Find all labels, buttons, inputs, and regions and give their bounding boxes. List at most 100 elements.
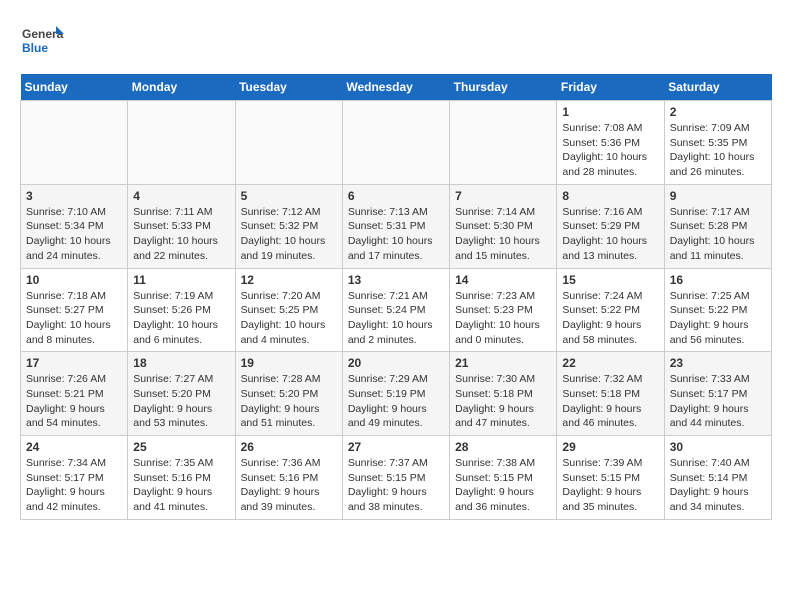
calendar-cell: 7 Sunrise: 7:14 AMSunset: 5:30 PMDaylight… (450, 184, 557, 268)
calendar-cell: 5Sunrise: 7:12 AMSunset: 5:32 PMDaylight… (235, 184, 342, 268)
calendar-cell: 12 Sunrise: 7:20 AMSunset: 5:25 PMDayligh… (235, 268, 342, 352)
calendar-body: 1 Sunrise: 7:08 AMSunset: 5:36 PMDaylight… (21, 101, 772, 520)
logo-svg: General Blue (20, 20, 64, 64)
day-info: Sunrise: 7:34 AMSunset: 5:17 PMDaylight:… (26, 456, 122, 515)
day-number: 3 (26, 189, 122, 203)
logo: General Blue (20, 20, 64, 64)
day-info: Sunrise: 7:40 AMSunset: 5:14 PMDaylight:… (670, 456, 766, 515)
day-info: Sunrise: 7:16 AMSunset: 5:29 PMDaylight:… (562, 205, 658, 264)
calendar-cell (128, 101, 235, 185)
weekday-header-tuesday: Tuesday (235, 74, 342, 101)
day-number: 17 (26, 356, 122, 370)
day-info: Sunrise: 7:33 AMSunset: 5:17 PMDaylight:… (670, 372, 766, 431)
day-info: Sunrise: 7:28 AMSunset: 5:20 PMDaylight:… (241, 372, 337, 431)
calendar-cell: 25 Sunrise: 7:35 AMSunset: 5:16 PMDayligh… (128, 436, 235, 520)
svg-text:Blue: Blue (22, 41, 48, 55)
day-info: Sunrise: 7:37 AMSunset: 5:15 PMDaylight:… (348, 456, 444, 515)
day-number: 18 (133, 356, 229, 370)
day-number: 7 (455, 189, 551, 203)
calendar-cell: 20 Sunrise: 7:29 AMSunset: 5:19 PMDayligh… (342, 352, 449, 436)
calendar-cell: 30 Sunrise: 7:40 AMSunset: 5:14 PMDayligh… (664, 436, 771, 520)
day-info: Sunrise: 7:18 AMSunset: 5:27 PMDaylight:… (26, 289, 122, 348)
calendar-cell (342, 101, 449, 185)
calendar-cell: 17 Sunrise: 7:26 AMSunset: 5:21 PMDayligh… (21, 352, 128, 436)
day-info: Sunrise: 7:19 AMSunset: 5:26 PMDaylight:… (133, 289, 229, 348)
calendar-cell: 22 Sunrise: 7:32 AMSunset: 5:18 PMDayligh… (557, 352, 664, 436)
day-number: 22 (562, 356, 658, 370)
calendar-cell: 6 Sunrise: 7:13 AMSunset: 5:31 PMDaylight… (342, 184, 449, 268)
day-info: Sunrise: 7:32 AMSunset: 5:18 PMDaylight:… (562, 372, 658, 431)
day-info: Sunrise: 7:17 AMSunset: 5:28 PMDaylight:… (670, 205, 766, 264)
day-number: 11 (133, 273, 229, 287)
day-number: 26 (241, 440, 337, 454)
calendar-cell: 11 Sunrise: 7:19 AMSunset: 5:26 PMDayligh… (128, 268, 235, 352)
calendar-cell (235, 101, 342, 185)
calendar-cell (450, 101, 557, 185)
day-info: Sunrise: 7:13 AMSunset: 5:31 PMDaylight:… (348, 205, 444, 264)
calendar-cell: 26 Sunrise: 7:36 AMSunset: 5:16 PMDayligh… (235, 436, 342, 520)
day-number: 6 (348, 189, 444, 203)
day-info: Sunrise: 7:21 AMSunset: 5:24 PMDaylight:… (348, 289, 444, 348)
day-info: Sunrise: 7:24 AMSunset: 5:22 PMDaylight:… (562, 289, 658, 348)
week-row-2: 3 Sunrise: 7:10 AMSunset: 5:34 PMDaylight… (21, 184, 772, 268)
day-number: 9 (670, 189, 766, 203)
day-number: 29 (562, 440, 658, 454)
day-number: 8 (562, 189, 658, 203)
calendar-cell: 3 Sunrise: 7:10 AMSunset: 5:34 PMDaylight… (21, 184, 128, 268)
calendar-cell: 1 Sunrise: 7:08 AMSunset: 5:36 PMDaylight… (557, 101, 664, 185)
day-number: 20 (348, 356, 444, 370)
calendar-cell: 9 Sunrise: 7:17 AMSunset: 5:28 PMDaylight… (664, 184, 771, 268)
calendar-cell: 29 Sunrise: 7:39 AMSunset: 5:15 PMDayligh… (557, 436, 664, 520)
day-info: Sunrise: 7:29 AMSunset: 5:19 PMDaylight:… (348, 372, 444, 431)
calendar-cell: 4 Sunrise: 7:11 AMSunset: 5:33 PMDaylight… (128, 184, 235, 268)
day-number: 30 (670, 440, 766, 454)
weekday-header-row: SundayMondayTuesdayWednesdayThursdayFrid… (21, 74, 772, 101)
day-info: Sunrise: 7:26 AMSunset: 5:21 PMDaylight:… (26, 372, 122, 431)
calendar-cell: 19 Sunrise: 7:28 AMSunset: 5:20 PMDayligh… (235, 352, 342, 436)
day-info: Sunrise: 7:35 AMSunset: 5:16 PMDaylight:… (133, 456, 229, 515)
calendar: SundayMondayTuesdayWednesdayThursdayFrid… (20, 74, 772, 520)
calendar-cell (21, 101, 128, 185)
day-number: 10 (26, 273, 122, 287)
day-number: 16 (670, 273, 766, 287)
day-info: Sunrise: 7:14 AMSunset: 5:30 PMDaylight:… (455, 205, 551, 264)
calendar-cell: 21 Sunrise: 7:30 AMSunset: 5:18 PMDayligh… (450, 352, 557, 436)
week-row-4: 17 Sunrise: 7:26 AMSunset: 5:21 PMDayligh… (21, 352, 772, 436)
calendar-cell: 27Sunrise: 7:37 AMSunset: 5:15 PMDayligh… (342, 436, 449, 520)
day-number: 25 (133, 440, 229, 454)
day-info: Sunrise: 7:20 AMSunset: 5:25 PMDaylight:… (241, 289, 337, 348)
calendar-cell: 10 Sunrise: 7:18 AMSunset: 5:27 PMDayligh… (21, 268, 128, 352)
day-number: 13 (348, 273, 444, 287)
calendar-cell: 2 Sunrise: 7:09 AMSunset: 5:35 PMDaylight… (664, 101, 771, 185)
day-number: 28 (455, 440, 551, 454)
day-info: Sunrise: 7:10 AMSunset: 5:34 PMDaylight:… (26, 205, 122, 264)
day-number: 15 (562, 273, 658, 287)
weekday-header-monday: Monday (128, 74, 235, 101)
calendar-cell: 24 Sunrise: 7:34 AMSunset: 5:17 PMDayligh… (21, 436, 128, 520)
week-row-5: 24 Sunrise: 7:34 AMSunset: 5:17 PMDayligh… (21, 436, 772, 520)
day-number: 12 (241, 273, 337, 287)
day-number: 1 (562, 105, 658, 119)
weekday-header-friday: Friday (557, 74, 664, 101)
page-header: General Blue (20, 20, 772, 64)
weekday-header-sunday: Sunday (21, 74, 128, 101)
day-number: 19 (241, 356, 337, 370)
calendar-cell: 18Sunrise: 7:27 AMSunset: 5:20 PMDayligh… (128, 352, 235, 436)
day-number: 21 (455, 356, 551, 370)
day-number: 4 (133, 189, 229, 203)
day-info: Sunrise: 7:08 AMSunset: 5:36 PMDaylight:… (562, 121, 658, 180)
day-info: Sunrise: 7:36 AMSunset: 5:16 PMDaylight:… (241, 456, 337, 515)
day-info: Sunrise: 7:38 AMSunset: 5:15 PMDaylight:… (455, 456, 551, 515)
day-number: 24 (26, 440, 122, 454)
weekday-header-wednesday: Wednesday (342, 74, 449, 101)
day-number: 14 (455, 273, 551, 287)
calendar-cell: 28 Sunrise: 7:38 AMSunset: 5:15 PMDayligh… (450, 436, 557, 520)
day-info: Sunrise: 7:39 AMSunset: 5:15 PMDaylight:… (562, 456, 658, 515)
day-info: Sunrise: 7:09 AMSunset: 5:35 PMDaylight:… (670, 121, 766, 180)
calendar-cell: 13 Sunrise: 7:21 AMSunset: 5:24 PMDayligh… (342, 268, 449, 352)
day-info: Sunrise: 7:30 AMSunset: 5:18 PMDaylight:… (455, 372, 551, 431)
day-number: 2 (670, 105, 766, 119)
week-row-3: 10 Sunrise: 7:18 AMSunset: 5:27 PMDayligh… (21, 268, 772, 352)
day-number: 23 (670, 356, 766, 370)
day-info: Sunrise: 7:11 AMSunset: 5:33 PMDaylight:… (133, 205, 229, 264)
